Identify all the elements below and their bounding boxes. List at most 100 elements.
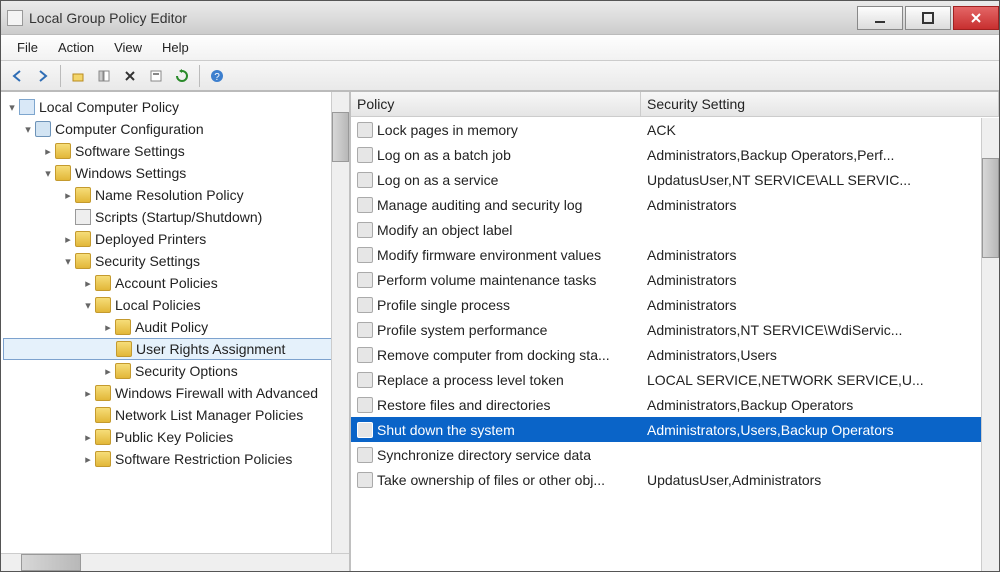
- tree-item[interactable]: ▾ Windows Settings: [3, 162, 347, 184]
- tree-label: Account Policies: [115, 275, 218, 291]
- up-button[interactable]: [66, 64, 90, 88]
- column-header-policy[interactable]: Policy: [351, 92, 641, 116]
- delete-icon: [123, 69, 137, 83]
- column-header-setting[interactable]: Security Setting: [641, 92, 999, 116]
- list-row[interactable]: Restore files and directoriesAdministrat…: [351, 392, 999, 417]
- expand-toggle[interactable]: ▾: [41, 167, 55, 180]
- titlebar[interactable]: Local Group Policy Editor: [1, 1, 999, 35]
- menu-action[interactable]: Action: [48, 37, 104, 58]
- expand-toggle[interactable]: ▸: [61, 189, 75, 202]
- tree-item[interactable]: ▸Windows Firewall with Advanced: [3, 382, 347, 404]
- help-icon: ?: [210, 69, 224, 83]
- refresh-button[interactable]: [170, 64, 194, 88]
- properties-button[interactable]: [144, 64, 168, 88]
- policy-item-icon: [357, 297, 373, 313]
- close-button[interactable]: [953, 6, 999, 30]
- tree-item[interactable]: ▸Software Restriction Policies: [3, 448, 347, 470]
- expand-toggle[interactable]: ▸: [81, 387, 95, 400]
- list-row[interactable]: Perform volume maintenance tasksAdminist…: [351, 267, 999, 292]
- expand-toggle[interactable]: ▸: [81, 277, 95, 290]
- tree-item[interactable]: ▾Computer Configuration: [3, 118, 347, 140]
- list-row[interactable]: Profile system performanceAdministrators…: [351, 317, 999, 342]
- menu-help[interactable]: Help: [152, 37, 199, 58]
- list-row[interactable]: Profile single processAdministrators: [351, 292, 999, 317]
- list-row[interactable]: Modify an object label: [351, 217, 999, 242]
- folder-icon: [115, 363, 131, 379]
- tree-item[interactable]: ▸ Security Options: [3, 360, 347, 382]
- tree-label: Security Options: [135, 363, 238, 379]
- list-row[interactable]: Lock pages in memoryACK: [351, 117, 999, 142]
- script-icon: [75, 209, 91, 225]
- list-row[interactable]: Remove computer from docking sta...Admin…: [351, 342, 999, 367]
- policy-name: Perform volume maintenance tasks: [377, 272, 596, 288]
- scroll-thumb[interactable]: [21, 554, 81, 571]
- svg-text:?: ?: [214, 72, 220, 83]
- show-hide-tree-button[interactable]: [92, 64, 116, 88]
- list-vertical-scrollbar[interactable]: [981, 118, 999, 571]
- tree-item[interactable]: ▸Audit Policy: [3, 316, 347, 338]
- tree-item[interactable]: ▸Deployed Printers: [3, 228, 347, 250]
- policy-item-icon: [357, 347, 373, 363]
- expand-toggle[interactable]: ▾: [61, 255, 75, 268]
- app-icon: [7, 10, 23, 26]
- list-row[interactable]: Log on as a batch jobAdministrators,Back…: [351, 142, 999, 167]
- tree-item[interactable]: ▸Software Settings: [3, 140, 347, 162]
- tree-item[interactable]: Scripts (Startup/Shutdown): [3, 206, 347, 228]
- tree-item[interactable]: Network List Manager Policies: [3, 404, 347, 426]
- tree-item[interactable]: ▾ Security Settings: [3, 250, 347, 272]
- menu-file[interactable]: File: [7, 37, 48, 58]
- expand-toggle[interactable]: ▾: [5, 101, 19, 114]
- back-button[interactable]: [5, 64, 29, 88]
- scroll-thumb[interactable]: [982, 158, 999, 258]
- expand-toggle[interactable]: ▸: [61, 233, 75, 246]
- list-header: Policy Security Setting: [351, 92, 999, 117]
- security-setting: Administrators: [641, 195, 999, 215]
- expand-toggle[interactable]: ▸: [101, 321, 115, 334]
- app-window: Local Group Policy Editor File Action Vi…: [0, 0, 1000, 572]
- folder-icon: [95, 451, 111, 467]
- list-row[interactable]: Manage auditing and security logAdminist…: [351, 192, 999, 217]
- scroll-thumb[interactable]: [332, 112, 349, 162]
- policy-item-icon: [357, 222, 373, 238]
- tree-label: User Rights Assignment: [136, 341, 285, 357]
- folder-icon: [116, 341, 132, 357]
- security-setting: Administrators,NT SERVICE\WdiServic...: [641, 320, 999, 340]
- tree-item[interactable]: ▸Public Key Policies: [3, 426, 347, 448]
- expand-toggle[interactable]: ▸: [101, 365, 115, 378]
- tree-root[interactable]: ▾ Local Computer Policy: [3, 96, 347, 118]
- tree-item[interactable]: ▾Local Policies: [3, 294, 347, 316]
- security-setting: [641, 453, 999, 457]
- policy-name: Lock pages in memory: [377, 122, 518, 138]
- expand-toggle[interactable]: ▾: [21, 123, 35, 136]
- help-button[interactable]: ?: [205, 64, 229, 88]
- list-body[interactable]: Lock pages in memoryACKLog on as a batch…: [351, 117, 999, 570]
- tree-label: Local Computer Policy: [39, 99, 179, 115]
- maximize-button[interactable]: [905, 6, 951, 30]
- policy-item-icon: [357, 322, 373, 338]
- minimize-button[interactable]: [857, 6, 903, 30]
- expand-toggle[interactable]: ▸: [41, 145, 55, 158]
- list-row[interactable]: Replace a process level tokenLOCAL SERVI…: [351, 367, 999, 392]
- expand-toggle[interactable]: ▾: [81, 299, 95, 312]
- tree-item[interactable]: ▸Name Resolution Policy: [3, 184, 347, 206]
- tree-label: Windows Settings: [75, 165, 186, 181]
- list-row[interactable]: Log on as a serviceUpdatusUser,NT SERVIC…: [351, 167, 999, 192]
- tree[interactable]: ▾ Local Computer Policy ▾Computer Config…: [1, 92, 349, 553]
- list-row[interactable]: Shut down the systemAdministrators,Users…: [351, 417, 999, 442]
- delete-button[interactable]: [118, 64, 142, 88]
- security-setting: [641, 228, 999, 232]
- tree-item[interactable]: User Rights Assignment: [3, 338, 347, 360]
- tree-horizontal-scrollbar[interactable]: [1, 553, 349, 571]
- list-row[interactable]: Take ownership of files or other obj...U…: [351, 467, 999, 492]
- tree-vertical-scrollbar[interactable]: [331, 92, 349, 553]
- list-row[interactable]: Synchronize directory service data: [351, 442, 999, 467]
- policy-name: Remove computer from docking sta...: [377, 347, 610, 363]
- forward-button[interactable]: [31, 64, 55, 88]
- policy-name: Profile single process: [377, 297, 510, 313]
- list-row[interactable]: Modify firmware environment valuesAdmini…: [351, 242, 999, 267]
- menu-view[interactable]: View: [104, 37, 152, 58]
- tree-label: Security Settings: [95, 253, 200, 269]
- expand-toggle[interactable]: ▸: [81, 453, 95, 466]
- expand-toggle[interactable]: ▸: [81, 431, 95, 444]
- tree-item[interactable]: ▸ Account Policies: [3, 272, 347, 294]
